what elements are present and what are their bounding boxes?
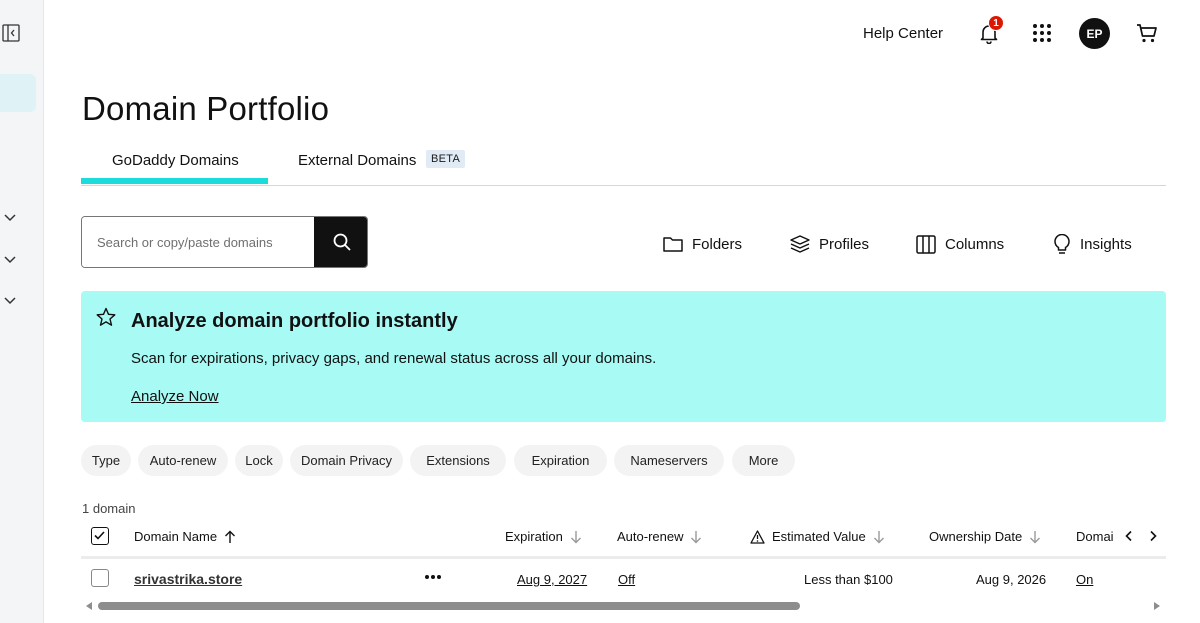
profiles-label: Profiles xyxy=(819,235,870,253)
scroll-left-button[interactable] xyxy=(1117,526,1141,546)
column-label: Domai xyxy=(1076,529,1114,544)
user-avatar[interactable]: EP xyxy=(1079,18,1110,49)
folder-icon xyxy=(663,237,683,252)
column-label: Ownership Date xyxy=(929,529,1023,544)
arrow-down-icon xyxy=(1030,530,1041,543)
arrow-down-icon xyxy=(873,530,884,543)
column-label: Auto-renew xyxy=(617,529,684,544)
filter-extensions[interactable]: Extensions xyxy=(410,445,506,476)
auto-renew-link[interactable]: Off xyxy=(618,572,635,587)
ownership-date-cell: Aug 9, 2026 xyxy=(976,572,1047,587)
search-input[interactable] xyxy=(82,217,314,267)
sidebar-chevron-down-icon[interactable] xyxy=(2,209,18,225)
banner-text: Scan for expirations, privacy gaps, and … xyxy=(131,350,657,367)
filter-nameservers[interactable]: Nameservers xyxy=(614,445,724,476)
lightbulb-icon xyxy=(1054,233,1070,254)
page-title: Domain Portfolio xyxy=(82,90,330,127)
expiration-date-link[interactable]: Aug 9, 2027 xyxy=(517,572,587,587)
apps-grid-icon[interactable] xyxy=(1031,22,1053,44)
scrollbar-thumb[interactable] xyxy=(98,602,800,610)
banner-title: Analyze domain portfolio instantly xyxy=(131,310,458,332)
domain-count: 1 domain xyxy=(82,501,136,516)
filter-more[interactable]: More xyxy=(732,445,795,476)
search-icon xyxy=(333,233,351,251)
column-label: Expiration xyxy=(505,529,563,544)
insights-label: Insights xyxy=(1080,235,1132,253)
column-domain-privacy[interactable]: Domai xyxy=(1076,529,1120,544)
table-header-divider xyxy=(81,556,1166,559)
left-sidebar xyxy=(0,0,44,623)
filter-type[interactable]: Type xyxy=(81,445,131,476)
domain-privacy-link[interactable]: On xyxy=(1076,572,1093,587)
tab-godaddy-domains[interactable]: GoDaddy Domains xyxy=(112,152,239,169)
row-select-checkbox[interactable] xyxy=(91,569,109,587)
scrollbar-left-arrow[interactable] xyxy=(86,602,92,610)
tab-external-domains[interactable]: External Domains xyxy=(298,152,416,169)
beta-badge: BETA xyxy=(426,150,466,168)
cart-icon[interactable] xyxy=(1135,21,1159,45)
column-expiration[interactable]: Expiration xyxy=(505,529,582,544)
arrow-up-icon xyxy=(225,530,236,543)
chevron-right-icon xyxy=(1150,530,1157,542)
column-estimated-value[interactable]: Estimated Value xyxy=(750,529,885,544)
help-center-link[interactable]: Help Center xyxy=(863,25,943,42)
warning-icon xyxy=(750,529,765,544)
column-ownership-date[interactable]: Ownership Date xyxy=(929,529,1041,544)
filter-auto-renew[interactable]: Auto-renew xyxy=(138,445,228,476)
scrollbar-right-arrow[interactable] xyxy=(1154,602,1160,610)
chevron-left-icon xyxy=(1125,530,1132,542)
folders-label: Folders xyxy=(692,235,743,253)
filter-lock[interactable]: Lock xyxy=(235,445,283,476)
check-icon xyxy=(94,531,105,540)
sidebar-collapse-icon[interactable] xyxy=(2,24,20,42)
layers-icon xyxy=(790,235,810,253)
sidebar-active-item[interactable] xyxy=(0,74,36,112)
search-button[interactable] xyxy=(314,217,367,267)
column-domain-name[interactable]: Domain Name xyxy=(134,529,236,544)
search-box xyxy=(81,216,368,268)
scroll-right-button[interactable] xyxy=(1141,526,1165,546)
folders-button[interactable]: Folders xyxy=(663,233,742,255)
arrow-down-icon xyxy=(691,530,702,543)
more-options-icon[interactable] xyxy=(424,574,442,580)
horizontal-scrollbar[interactable] xyxy=(86,602,1166,610)
columns-label: Columns xyxy=(945,235,1005,253)
columns-button[interactable]: Columns xyxy=(916,233,1004,255)
columns-icon xyxy=(916,234,936,254)
filter-domain-privacy[interactable]: Domain Privacy xyxy=(290,445,403,476)
column-auto-renew[interactable]: Auto-renew xyxy=(617,529,702,544)
filter-expiration[interactable]: Expiration xyxy=(514,445,607,476)
analyze-banner: Analyze domain portfolio instantly Scan … xyxy=(81,291,1166,422)
select-all-checkbox[interactable] xyxy=(91,527,109,545)
sidebar-chevron-down-icon[interactable] xyxy=(2,292,18,308)
arrow-down-icon xyxy=(570,530,581,543)
domain-name-link[interactable]: srivastrika.store xyxy=(134,571,242,587)
domain-tabs: GoDaddy Domains External Domains BETA xyxy=(81,140,1166,186)
insights-button[interactable]: Insights xyxy=(1053,233,1132,255)
column-label: Estimated Value xyxy=(772,529,866,544)
profiles-button[interactable]: Profiles xyxy=(790,233,869,255)
sidebar-chevron-down-icon[interactable] xyxy=(2,251,18,267)
column-label: Domain Name xyxy=(134,529,218,544)
estimated-value-cell: Less than $100 xyxy=(804,572,893,587)
star-icon xyxy=(96,307,116,326)
active-tab-indicator xyxy=(81,178,268,184)
analyze-now-link[interactable]: Analyze Now xyxy=(131,388,219,405)
notification-badge: 1 xyxy=(988,15,1004,31)
